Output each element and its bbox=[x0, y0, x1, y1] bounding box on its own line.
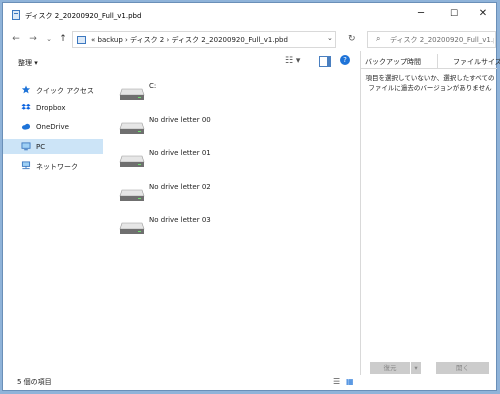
navigation-bar: ← → ⌄ ↑ « backup › ディスク 2 › ディスク 2_20200… bbox=[3, 29, 496, 51]
sidebar-item-label: クイック アクセス bbox=[36, 87, 94, 95]
view-options-button[interactable]: ☷ ▾ bbox=[285, 56, 300, 66]
network-icon bbox=[21, 161, 31, 170]
drive-label: No drive letter 00 bbox=[149, 116, 211, 124]
help-button[interactable]: ? bbox=[340, 55, 350, 65]
sidebar-item-quick-access[interactable]: クイック アクセス bbox=[3, 82, 103, 97]
large-icons-view-icon[interactable]: ▦ bbox=[346, 377, 354, 386]
window-title: ディスク 2_20200920_Full_v1.pbd bbox=[25, 12, 142, 20]
item-count: 5 個の項目 bbox=[17, 378, 52, 386]
sidebar-item-network[interactable]: ネットワーク bbox=[3, 158, 103, 173]
restore-button[interactable]: 復元 bbox=[370, 362, 410, 374]
hard-drive-icon bbox=[119, 155, 145, 167]
close-button[interactable]: ✕ bbox=[473, 6, 493, 22]
restore-dropdown-button[interactable]: ▾ bbox=[411, 362, 421, 374]
search-input[interactable]: ディスク 2_20200920_Full_v1.p... bbox=[390, 35, 494, 45]
up-button[interactable]: ↑ bbox=[56, 32, 70, 46]
hard-drive-icon bbox=[119, 189, 145, 201]
preview-pane-toggle-icon[interactable] bbox=[319, 56, 331, 67]
address-path: « backup › ディスク 2 › ディスク 2_20200920_Full… bbox=[91, 36, 288, 44]
address-bar[interactable]: « backup › ディスク 2 › ディスク 2_20200920_Full… bbox=[72, 31, 336, 48]
drive-item[interactable]: No drive letter 00 bbox=[117, 114, 317, 140]
forward-button[interactable]: → bbox=[26, 32, 40, 46]
hard-drive-icon bbox=[119, 88, 145, 100]
sidebar-item-pc[interactable]: PC bbox=[3, 139, 103, 154]
title-bar: ディスク 2_20200920_Full_v1.pbd ─ ☐ ✕ bbox=[3, 3, 496, 27]
search-box[interactable]: ⌕ ディスク 2_20200920_Full_v1.p... bbox=[367, 31, 496, 48]
address-dropdown-icon[interactable]: ⌄ bbox=[327, 34, 333, 42]
drive-label: No drive letter 02 bbox=[149, 183, 211, 191]
hard-drive-icon bbox=[119, 122, 145, 134]
no-versions-message: 項目を選択していないか、選択したすべてのファイルに過去のバージョンがありません bbox=[365, 74, 495, 92]
hard-drive-icon bbox=[119, 222, 145, 234]
explorer-window: ディスク 2_20200920_Full_v1.pbd ─ ☐ ✕ ← → ⌄ … bbox=[2, 2, 500, 391]
drive-item[interactable]: No drive letter 02 bbox=[117, 181, 317, 207]
star-icon bbox=[21, 85, 31, 94]
drive-label: No drive letter 03 bbox=[149, 216, 211, 224]
minimize-button[interactable]: ─ bbox=[411, 6, 431, 22]
drive-label: No drive letter 01 bbox=[149, 149, 211, 157]
navigation-pane: クイック アクセス Dropbox OneDrive PC ネットワーク bbox=[3, 70, 103, 370]
back-button[interactable]: ← bbox=[9, 32, 23, 46]
recent-locations-button[interactable]: ⌄ bbox=[42, 32, 56, 46]
sidebar-item-label: OneDrive bbox=[36, 123, 69, 131]
preview-column-headers: バックアップ時間 ファイルサイズ bbox=[361, 54, 500, 69]
search-icon: ⌕ bbox=[376, 34, 381, 43]
sidebar-item-onedrive[interactable]: OneDrive bbox=[3, 119, 103, 134]
computer-icon bbox=[21, 142, 31, 151]
sidebar-item-label: Dropbox bbox=[36, 104, 66, 112]
column-divider bbox=[437, 54, 438, 68]
file-icon bbox=[12, 10, 20, 20]
cloud-icon bbox=[21, 123, 31, 130]
file-list: C: No drive letter 00 No drive letter 01 bbox=[104, 70, 359, 370]
drive-label: C: bbox=[149, 82, 157, 90]
sidebar-item-dropbox[interactable]: Dropbox bbox=[3, 100, 103, 115]
open-button[interactable]: 開く bbox=[436, 362, 489, 374]
sidebar-item-label: ネットワーク bbox=[36, 163, 78, 171]
sidebar-item-label: PC bbox=[36, 143, 46, 151]
organize-button[interactable]: 整理 ▾ bbox=[18, 58, 38, 68]
column-backup-time[interactable]: バックアップ時間 bbox=[365, 57, 421, 67]
folder-icon bbox=[77, 36, 86, 44]
refresh-button[interactable]: ↻ bbox=[348, 34, 356, 44]
previous-versions-pane: バックアップ時間 ファイルサイズ 項目を選択していないか、選択したすべてのファイ… bbox=[360, 51, 500, 375]
status-bar: 5 個の項目 ☰ ▦ bbox=[3, 374, 496, 390]
drive-item[interactable]: No drive letter 01 bbox=[117, 147, 317, 173]
dropbox-icon bbox=[21, 103, 31, 110]
drive-item[interactable]: No drive letter 03 bbox=[117, 214, 317, 240]
details-view-icon[interactable]: ☰ bbox=[333, 377, 340, 386]
maximize-button[interactable]: ☐ bbox=[444, 6, 464, 22]
column-file-size[interactable]: ファイルサイズ bbox=[453, 57, 500, 67]
drive-item[interactable]: C: bbox=[117, 80, 317, 106]
